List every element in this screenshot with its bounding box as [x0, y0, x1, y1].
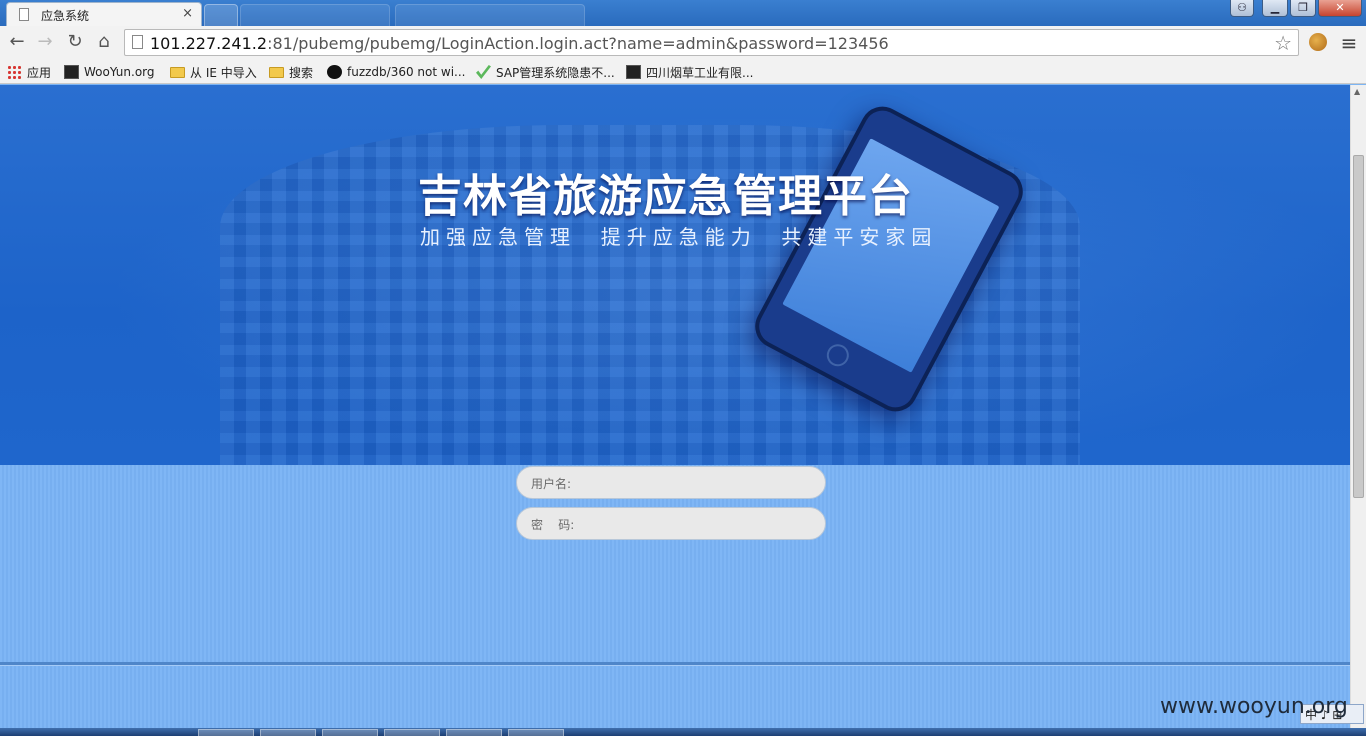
- new-tab-button[interactable]: [204, 4, 238, 26]
- address-bar[interactable]: 101.227.241.2:81/pubemg/pubemg/LoginActi…: [124, 29, 1299, 56]
- os-taskbar: [0, 728, 1366, 736]
- folder-icon: [170, 66, 185, 78]
- forward-button[interactable]: →: [34, 31, 56, 53]
- bookmark-label: 从 IE 中导入: [190, 65, 257, 80]
- bookmarks-bar: 应用 WooYun.org 从 IE 中导入 搜索 fuzzdb/360 not…: [0, 60, 1366, 84]
- folder-icon: [269, 66, 284, 78]
- bookmark-sichuan[interactable]: 四川烟草工业有限...: [626, 62, 753, 82]
- scroll-up-icon[interactable]: ▲: [1354, 87, 1360, 96]
- taskbar-item[interactable]: [198, 729, 254, 736]
- bookmark-folder-ie[interactable]: 从 IE 中导入: [170, 62, 257, 82]
- bookmark-label: WooYun.org: [84, 65, 155, 79]
- site-icon: [626, 65, 641, 79]
- apps-grid-icon: [7, 65, 22, 79]
- password-input[interactable]: [529, 508, 819, 541]
- header-banner: 吉林省旅游应急管理平台 加强应急管理 提升应急能力 共建平安家园: [0, 85, 1350, 465]
- checkmark-icon: [476, 65, 491, 79]
- bookmark-sap[interactable]: SAP管理系统隐患不...: [476, 62, 615, 82]
- username-field[interactable]: [516, 466, 826, 500]
- scrollbar-thumb[interactable]: [1353, 155, 1364, 498]
- tab-background[interactable]: [240, 4, 390, 26]
- phone-home-button: [822, 340, 853, 371]
- taskbar-item[interactable]: [322, 729, 378, 736]
- bookmark-fuzzdb[interactable]: fuzzdb/360 not wi...: [327, 62, 465, 82]
- browser-toolbar: ← → ↻ ⌂ 101.227.241.2:81/pubemg/pubemg/L…: [0, 26, 1366, 60]
- page-content: 吉林省旅游应急管理平台 加强应急管理 提升应急能力 共建平安家园: [0, 85, 1350, 728]
- bookmark-star-icon[interactable]: ☆: [1274, 31, 1292, 55]
- bookmark-apps[interactable]: 应用: [7, 62, 51, 82]
- address-url[interactable]: 101.227.241.2:81/pubemg/pubemg/LoginActi…: [150, 34, 889, 53]
- url-host: 101.227.241.2: [150, 34, 268, 53]
- maximize-button[interactable]: ❐: [1290, 0, 1316, 17]
- footer-divider: [0, 662, 1350, 665]
- cookie-extension-icon[interactable]: [1309, 33, 1327, 51]
- bookmark-folder-search[interactable]: 搜索: [269, 62, 313, 82]
- github-icon: [327, 65, 342, 79]
- url-path: :81/pubemg/pubemg/LoginAction.login.act?…: [267, 34, 889, 53]
- bookmark-label: 应用: [27, 65, 52, 80]
- taskbar-item[interactable]: [508, 729, 564, 736]
- watermark: www.wooyun.org: [1160, 694, 1348, 719]
- bookmark-label: 搜索: [289, 65, 314, 80]
- password-field[interactable]: [516, 507, 826, 541]
- page-icon: [132, 35, 143, 49]
- username-input[interactable]: [529, 467, 819, 500]
- vertical-scrollbar[interactable]: ▲: [1350, 85, 1366, 728]
- user-icon[interactable]: ⚇: [1230, 0, 1254, 17]
- tab-background[interactable]: [395, 4, 585, 26]
- bookmark-wooyun[interactable]: WooYun.org: [64, 62, 155, 82]
- bookmark-label: fuzzdb/360 not wi...: [347, 65, 466, 79]
- back-button[interactable]: ←: [6, 31, 28, 53]
- tab-close-icon[interactable]: ×: [182, 6, 193, 21]
- bookmark-label: 四川烟草工业有限...: [646, 65, 754, 80]
- bookmark-label: SAP管理系统隐患不...: [496, 65, 615, 80]
- site-title: 吉林省旅游应急管理平台: [418, 171, 913, 222]
- site-icon: [64, 65, 79, 79]
- minimize-button[interactable]: ▁: [1262, 0, 1288, 17]
- taskbar-item[interactable]: [260, 729, 316, 736]
- taskbar-item[interactable]: [384, 729, 440, 736]
- tab-active[interactable]: 应急系统 ×: [6, 2, 202, 26]
- reload-button[interactable]: ↻: [64, 31, 86, 53]
- login-area: [0, 465, 1350, 728]
- taskbar-item[interactable]: [446, 729, 502, 736]
- window-controls: ⚇ ▁ ❐ ✕: [1230, 0, 1362, 18]
- tab-strip: 应急系统 × ⚇ ▁ ❐ ✕: [0, 0, 1366, 26]
- browser-menu-icon[interactable]: ≡: [1340, 31, 1358, 55]
- document-icon: [19, 8, 29, 21]
- tab-title: 应急系统: [41, 9, 90, 23]
- close-window-button[interactable]: ✕: [1318, 0, 1362, 17]
- site-slogan: 加强应急管理 提升应急能力 共建平安家园: [420, 225, 938, 249]
- home-button[interactable]: ⌂: [93, 31, 115, 53]
